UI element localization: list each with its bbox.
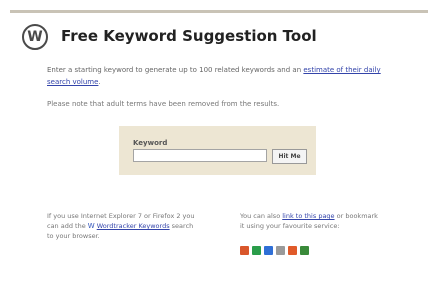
adult-terms-note: Please note that adult terms have been r…	[47, 100, 280, 108]
bookmark-note: You can also link to this page or bookma…	[240, 211, 380, 231]
intro-text: Enter a starting keyword to generate up …	[47, 64, 392, 88]
stumbleupon-icon[interactable]	[276, 246, 285, 255]
delicious-icon[interactable]	[252, 246, 261, 255]
reddit-icon[interactable]	[288, 246, 297, 255]
digg-icon[interactable]	[240, 246, 249, 255]
link-to-this-page-link[interactable]: link to this page	[282, 212, 334, 220]
keyword-form: Keyword Hit Me	[119, 126, 316, 175]
keyword-input[interactable]	[133, 149, 267, 162]
wordtracker-keywords-link[interactable]: Wordtracker Keywords	[97, 222, 170, 230]
social-bookmark-icons	[240, 246, 309, 255]
wordtracker-small-icon: W	[87, 222, 95, 230]
intro-text-start: Enter a starting keyword to generate up …	[47, 66, 304, 74]
page-title: Free Keyword Suggestion Tool	[61, 27, 317, 45]
intro-text-end: .	[98, 78, 101, 86]
technorati-icon[interactable]	[264, 246, 273, 255]
hit-me-button[interactable]: Hit Me	[272, 149, 307, 164]
logo-glyph: W	[27, 29, 43, 45]
browser-search-note: If you use Internet Explorer 7 or Firefo…	[47, 211, 197, 241]
keyword-label: Keyword	[133, 139, 168, 147]
wordtracker-logo-icon: W	[22, 24, 48, 50]
top-divider	[10, 10, 428, 13]
furl-icon[interactable]	[300, 246, 309, 255]
bookmark-note-start: You can also	[240, 212, 283, 220]
